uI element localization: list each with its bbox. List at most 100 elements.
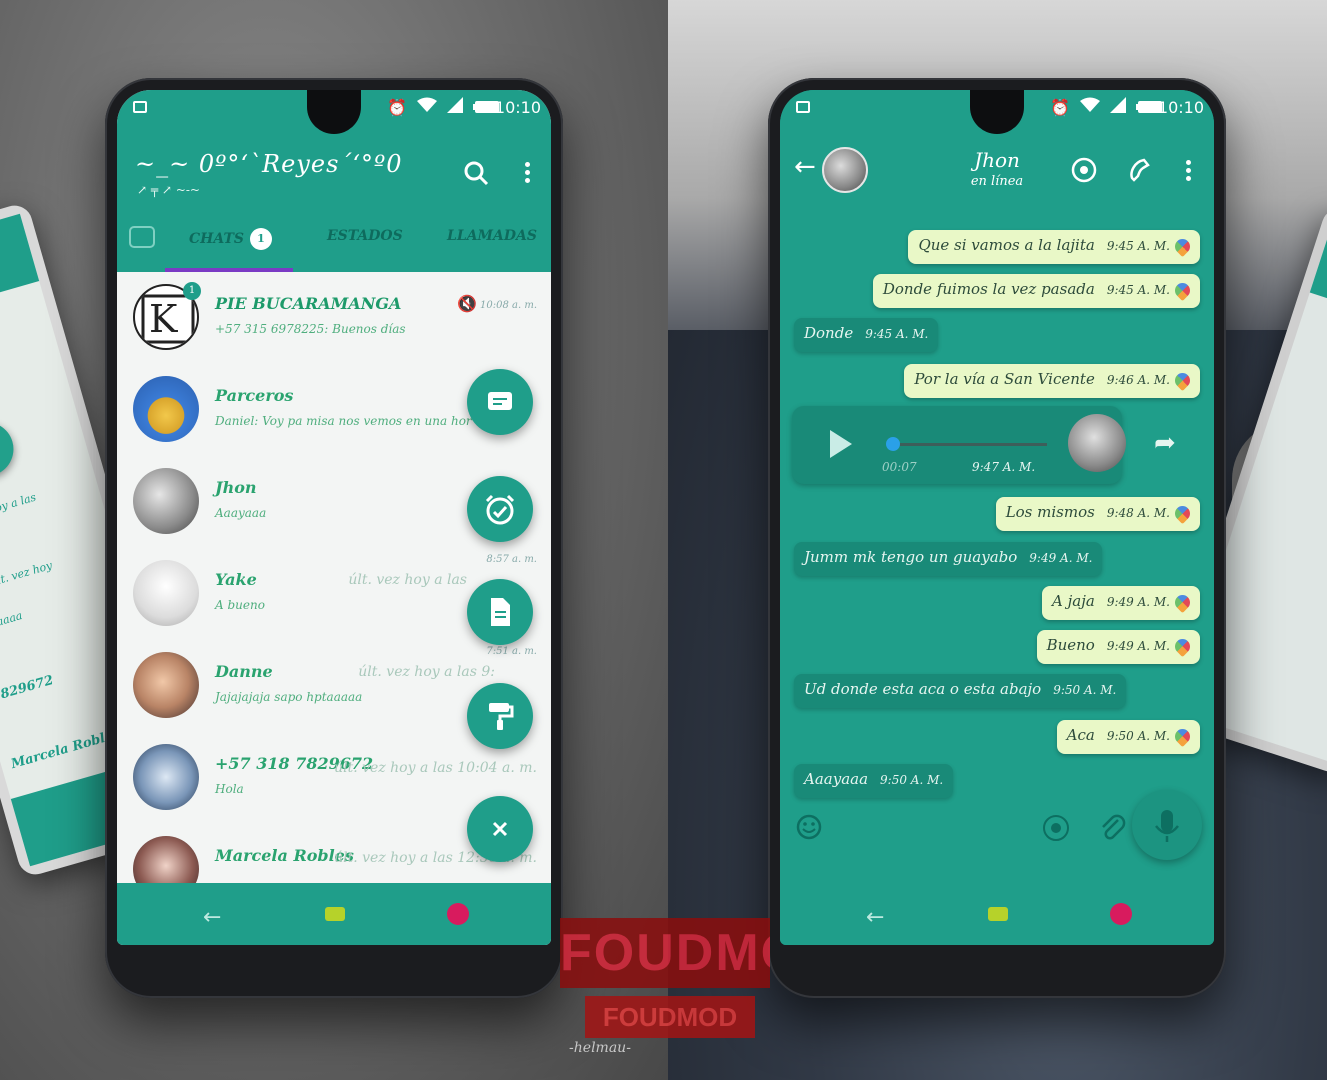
message-time: 9:50 A. M. bbox=[1106, 729, 1170, 743]
chat-time: 8:57 a. m. bbox=[486, 554, 537, 565]
app-subtitle: ↗ ╤ ↗ ~-~ bbox=[137, 183, 200, 197]
heart-icon bbox=[1171, 591, 1194, 613]
more-options-icon[interactable] bbox=[525, 160, 531, 186]
message-outgoing[interactable]: Bueno 9:49 A. M. bbox=[1036, 630, 1200, 664]
message-outgoing[interactable]: Por la vía a San Vicente 9:46 A. M. bbox=[904, 364, 1200, 398]
tab-llamadas[interactable]: LLAMADAS bbox=[447, 228, 537, 244]
chat-preview: Jajajajaja sapo hptaaaaa bbox=[215, 690, 363, 704]
message-time: 9:45 A. M. bbox=[865, 327, 929, 341]
message-time: 9:49 A. M. bbox=[1029, 551, 1093, 565]
emoji-icon[interactable] bbox=[796, 814, 822, 844]
forward-icon[interactable]: ➦ bbox=[1154, 428, 1176, 458]
attach-icon[interactable] bbox=[1098, 812, 1126, 846]
paint-roller-button[interactable] bbox=[467, 683, 533, 749]
signal-icon bbox=[1110, 97, 1126, 117]
status-time: 10:10 bbox=[494, 98, 541, 117]
message-text: Aca bbox=[1066, 726, 1095, 744]
nav-home-icon[interactable] bbox=[988, 907, 1008, 921]
side-phone-text: últ. vez hoy bbox=[0, 558, 54, 589]
chat-name: PIE BUCARAMANGA bbox=[215, 294, 402, 313]
chat-name: Marcela Robles bbox=[215, 846, 354, 865]
nav-back-icon[interactable]: ← bbox=[203, 905, 221, 930]
document-button[interactable] bbox=[467, 579, 533, 645]
message-time: 9:47 A. M. bbox=[972, 460, 1036, 474]
video-call-icon[interactable] bbox=[1070, 156, 1098, 188]
app-title: ~_~ 0º°‘`Reyes´‘°º0 bbox=[135, 150, 403, 178]
message-text: Por la vía a San Vicente bbox=[914, 370, 1095, 388]
svg-text:K: K bbox=[149, 297, 178, 341]
message-incoming[interactable]: Ud donde esta aca o esta abajo 9:50 A. M. bbox=[794, 674, 1127, 708]
search-icon[interactable] bbox=[463, 160, 489, 186]
chat-name: Yake bbox=[215, 570, 257, 589]
message-text: Bueno bbox=[1046, 636, 1095, 654]
message-incoming[interactable]: Donde 9:45 A. M. bbox=[794, 318, 939, 352]
voice-duration: 00:07 bbox=[882, 460, 917, 474]
chat-row[interactable]: K 1 PIE BUCARAMANGA +57 315 6978225: Bue… bbox=[117, 272, 551, 364]
voice-seek-bar[interactable] bbox=[892, 443, 1047, 446]
chat-time: 7:51 a. m. bbox=[486, 646, 537, 657]
message-text: A jaja bbox=[1052, 592, 1095, 610]
message-outgoing[interactable]: Los mismos 9:48 A. M. bbox=[995, 497, 1200, 531]
message-outgoing[interactable]: Donde fuimos la vez pasada 9:45 A. M. bbox=[872, 274, 1200, 308]
chat-list: K 1 PIE BUCARAMANGA +57 315 6978225: Bue… bbox=[117, 272, 551, 902]
last-seen: últ. vez hoy a las 9: bbox=[358, 664, 495, 680]
voice-message: 00:07 9:47 A. M. ➦ bbox=[792, 406, 1176, 484]
play-icon[interactable] bbox=[830, 430, 852, 458]
side-phone-text: últ. vez hoy a las bbox=[0, 490, 38, 529]
camera-icon[interactable] bbox=[1042, 814, 1070, 846]
avatar bbox=[133, 376, 199, 442]
more-options-icon[interactable] bbox=[1186, 158, 1192, 184]
nav-back-icon[interactable]: ← bbox=[866, 905, 884, 930]
nav-home-icon[interactable] bbox=[325, 907, 345, 921]
reminder-button[interactable] bbox=[467, 476, 533, 542]
tab-chats-label: CHATS bbox=[189, 231, 244, 247]
voice-call-icon[interactable] bbox=[1126, 156, 1154, 188]
chat-preview: Aaayaaa bbox=[215, 506, 267, 520]
message-outgoing[interactable]: A jaja 9:49 A. M. bbox=[1042, 586, 1200, 620]
message-outgoing[interactable]: Que si vamos a la lajita 9:45 A. M. bbox=[908, 230, 1200, 264]
chat-time: 10:08 a. m. bbox=[480, 300, 537, 311]
muted-icon: 🔇 bbox=[457, 294, 477, 313]
nav-recents-icon[interactable] bbox=[1110, 903, 1132, 925]
message-text: Jumm mk tengo un guayabo bbox=[804, 548, 1018, 566]
camera-notch bbox=[970, 90, 1024, 134]
side-phone-text: 7829672 bbox=[0, 672, 56, 705]
phone-conversation: ⏰ 10:10 ← Jhon en línea Que si vamos a l… bbox=[768, 78, 1226, 998]
tab-chats[interactable]: CHATS 1 bbox=[189, 228, 272, 250]
phone-chats: ⏰ 10:10 ~_~ 0º°‘`Reyes´‘°º0 ↗ ╤ ↗ ~-~ CH… bbox=[105, 78, 563, 998]
conversation-app-bar: ⏰ 10:10 ← Jhon en línea bbox=[780, 90, 1214, 210]
compose-bar bbox=[780, 790, 1214, 883]
message-text: Ud donde esta aca o esta abajo bbox=[804, 680, 1042, 698]
voice-seek-knob[interactable] bbox=[886, 437, 900, 451]
chats-screen: ⏰ 10:10 ~_~ 0º°‘`Reyes´‘°º0 ↗ ╤ ↗ ~-~ CH… bbox=[117, 90, 551, 945]
message-time: 9:48 A. M. bbox=[1106, 506, 1170, 520]
chat-preview: +57 315 6978225: Buenos días bbox=[215, 322, 406, 336]
avatar bbox=[133, 468, 199, 534]
heart-icon bbox=[1171, 235, 1194, 257]
message-text: Donde bbox=[804, 324, 854, 342]
last-seen: últ. vez hoy a las 10:04 a. m. bbox=[334, 760, 537, 776]
tab-estados[interactable]: ESTADOS bbox=[327, 228, 403, 244]
message-outgoing[interactable]: Aca 9:50 A. M. bbox=[1056, 720, 1200, 754]
watermark-logo-small: FOUDMOD bbox=[585, 996, 755, 1038]
camera-icon[interactable] bbox=[129, 226, 155, 248]
status-time: 10:10 bbox=[1157, 98, 1204, 117]
voice-record-button[interactable] bbox=[1132, 790, 1202, 860]
heart-icon bbox=[1171, 502, 1194, 524]
message-incoming[interactable]: Jumm mk tengo un guayabo 9:49 A. M. bbox=[794, 542, 1103, 576]
chat-preview: A bueno bbox=[215, 598, 265, 612]
image-notification-icon bbox=[796, 101, 810, 113]
new-chat-button[interactable] bbox=[467, 369, 533, 435]
close-menu-button[interactable] bbox=[467, 796, 533, 862]
unread-badge: 1 bbox=[250, 228, 272, 250]
side-phone-text: hptaaaaa bbox=[0, 609, 24, 636]
message-time: 9:49 A. M. bbox=[1106, 639, 1170, 653]
nav-recents-icon[interactable] bbox=[447, 903, 469, 925]
message-text: Donde fuimos la vez pasada bbox=[882, 280, 1095, 298]
chat-name: Parceros bbox=[215, 386, 294, 405]
avatar bbox=[133, 560, 199, 626]
message-time: 9:46 A. M. bbox=[1106, 373, 1170, 387]
watermark-logo: FOUDMOD bbox=[560, 918, 770, 988]
message-text: Que si vamos a la lajita bbox=[918, 236, 1095, 254]
conversation-screen: ⏰ 10:10 ← Jhon en línea Que si vamos a l… bbox=[780, 90, 1214, 945]
